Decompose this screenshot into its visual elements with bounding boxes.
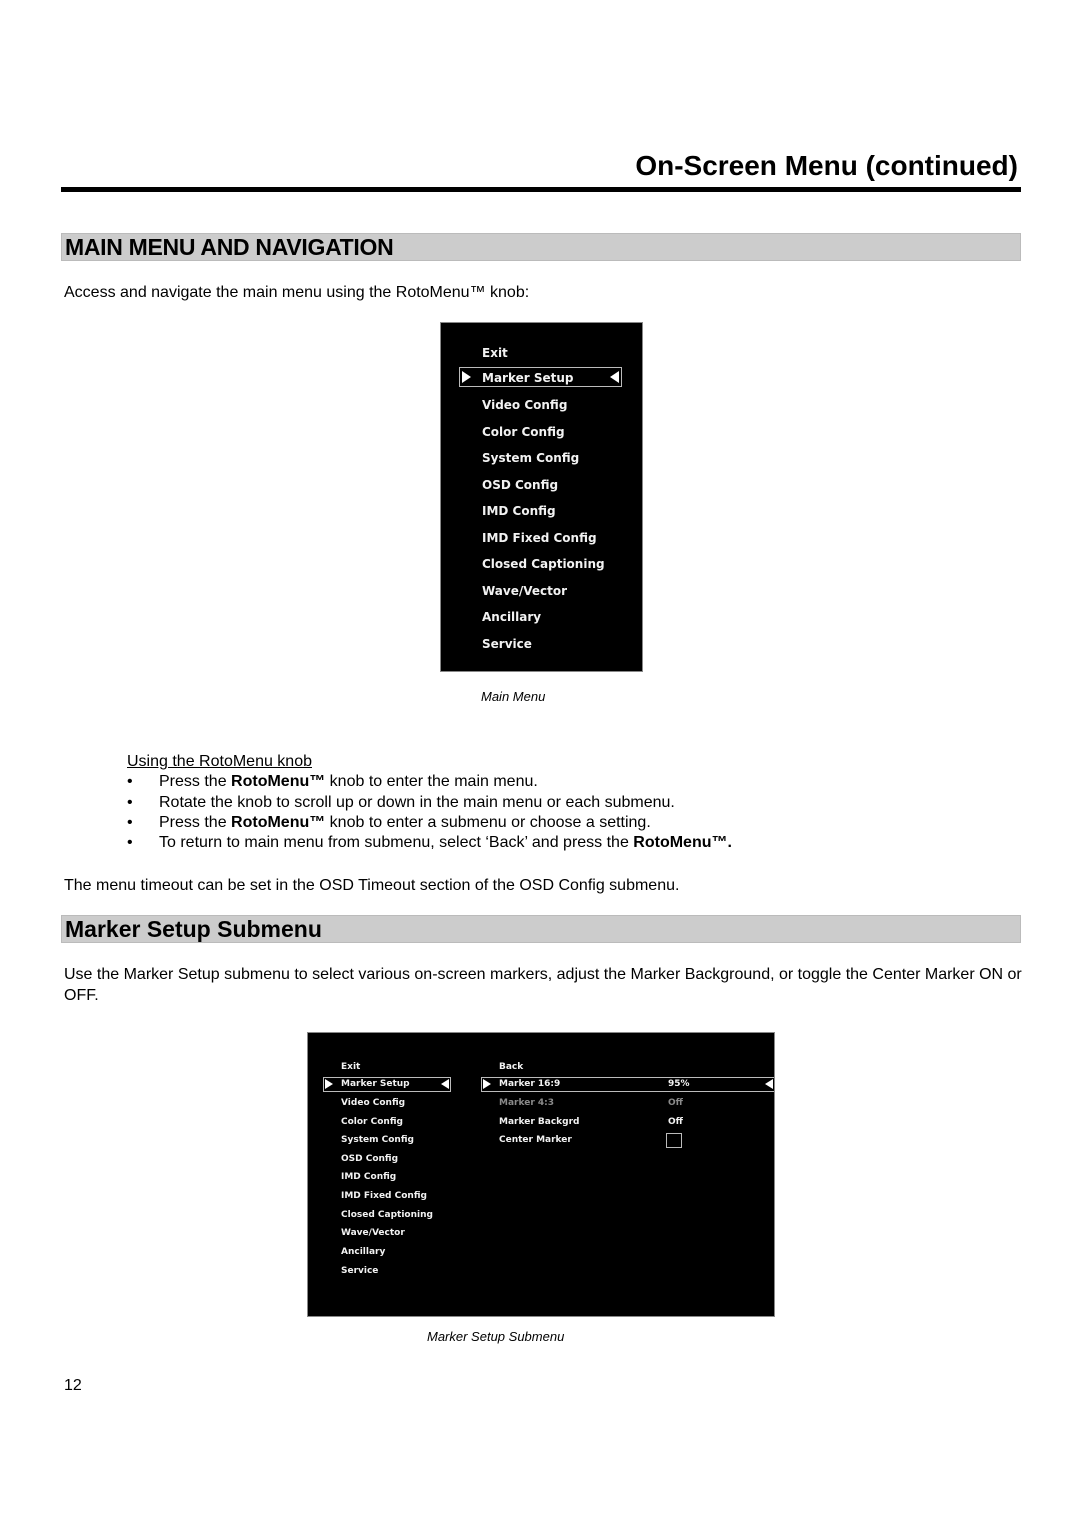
menu-item-closed-captioning: Closed Captioning xyxy=(341,1210,433,1220)
marker-setup-submenu-screenshot: Exit Marker Setup Video Config Color Con… xyxy=(307,1032,775,1317)
bullet-bold-text: RotoMenu™. xyxy=(633,834,732,851)
main-menu-screenshot: Exit Marker Setup Video Config Color Con… xyxy=(440,322,643,672)
menu-item-imd-fixed-config: IMD Fixed Config xyxy=(482,531,597,545)
right-arrow-icon xyxy=(462,371,471,383)
menu-item-exit: Exit xyxy=(482,346,508,360)
menu-item-marker-setup: Marker Setup xyxy=(482,371,574,385)
section-heading-main-menu: MAIN MENU AND NAVIGATION xyxy=(61,233,1021,261)
menu-item-imd-config: IMD Config xyxy=(341,1172,397,1182)
menu-item-system-config: System Config xyxy=(341,1135,414,1145)
submenu-item-back: Back xyxy=(499,1062,524,1072)
submenu-item-marker-4-3: Marker 4:3 xyxy=(499,1098,555,1108)
menu-item-wave-vector: Wave/Vector xyxy=(482,584,568,598)
menu-item-color-config: Color Config xyxy=(341,1117,403,1127)
menu-item-marker-setup: Marker Setup xyxy=(341,1079,410,1089)
bullet-text: Press the xyxy=(159,773,232,790)
submenu-item-center-marker: Center Marker xyxy=(499,1135,572,1145)
bullet-marker: • xyxy=(127,834,133,851)
center-marker-checkbox xyxy=(666,1133,682,1148)
menu-item-video-config: Video Config xyxy=(341,1098,406,1108)
figure-caption-main-menu: Main Menu xyxy=(481,689,546,704)
menu-item-ancillary: Ancillary xyxy=(341,1247,386,1257)
left-arrow-icon xyxy=(610,371,619,383)
submenu-item-marker-backgrd: Marker Backgrd xyxy=(499,1117,580,1127)
page-title: On-Screen Menu (continued) xyxy=(635,150,1018,181)
marker-intro-paragraph: Use the Marker Setup submenu to select v… xyxy=(64,966,1022,1004)
marker-16-9-value: 95% xyxy=(668,1079,690,1089)
bullet-text: knob to enter a submenu or choose a sett… xyxy=(325,814,651,831)
section-heading-text: Marker Setup Submenu xyxy=(65,916,322,942)
submenu-item-marker-16-9: Marker 16:9 xyxy=(499,1079,561,1089)
bullet-text: Rotate the knob to scroll up or down in … xyxy=(159,794,675,811)
menu-item-imd-config: IMD Config xyxy=(482,504,556,518)
menu-item-osd-config: OSD Config xyxy=(482,478,559,492)
menu-item-system-config: System Config xyxy=(482,451,580,465)
left-arrow-icon xyxy=(765,1079,773,1089)
section-heading-text: MAIN MENU AND NAVIGATION xyxy=(65,234,394,260)
menu-item-exit: Exit xyxy=(341,1062,361,1072)
bullet-marker: • xyxy=(127,773,133,790)
timeout-note: The menu timeout can be set in the OSD T… xyxy=(64,877,680,894)
bullet-text: Press the xyxy=(159,814,232,831)
bullet-marker: • xyxy=(127,814,133,831)
menu-item-imd-fixed-config: IMD Fixed Config xyxy=(341,1191,427,1201)
right-arrow-icon xyxy=(325,1079,333,1089)
menu-item-service: Service xyxy=(341,1266,379,1276)
menu-item-video-config: Video Config xyxy=(482,398,568,412)
bullet-text: To return to main menu from submenu, sel… xyxy=(159,834,634,851)
figure-caption-marker-setup: Marker Setup Submenu xyxy=(427,1329,565,1344)
menu-item-osd-config: OSD Config xyxy=(341,1154,399,1164)
title-rule xyxy=(61,187,1021,192)
usage-list-title: Using the RotoMenu knob xyxy=(127,753,312,770)
intro-paragraph: Access and navigate the main menu using … xyxy=(64,284,530,301)
bullet-text: knob to enter the main menu. xyxy=(325,773,538,790)
marker-4-3-value: Off xyxy=(668,1098,683,1108)
bullet-marker: • xyxy=(127,794,133,811)
left-arrow-icon xyxy=(441,1079,449,1089)
menu-item-ancillary: Ancillary xyxy=(482,610,542,624)
page-number: 12 xyxy=(64,1377,82,1394)
marker-backgrd-value: Off xyxy=(668,1117,683,1127)
right-arrow-icon xyxy=(483,1079,491,1089)
menu-item-closed-captioning: Closed Captioning xyxy=(482,557,605,571)
menu-item-color-config: Color Config xyxy=(482,425,565,439)
bullet-bold-text: RotoMenu™ xyxy=(231,814,326,831)
menu-item-wave-vector: Wave/Vector xyxy=(341,1228,405,1238)
menu-item-service: Service xyxy=(482,637,532,651)
section-heading-marker-setup: Marker Setup Submenu xyxy=(61,915,1021,943)
bullet-bold-text: RotoMenu™ xyxy=(231,773,326,790)
